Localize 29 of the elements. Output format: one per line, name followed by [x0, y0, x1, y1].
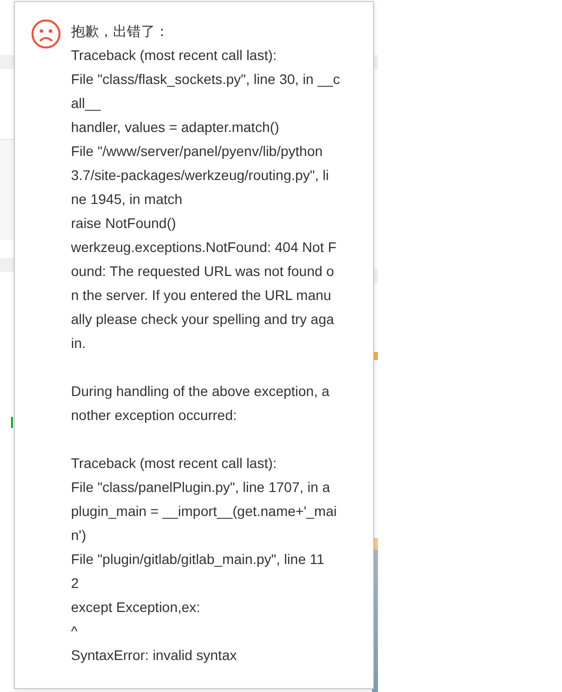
- traceback-line: except Exception,ex:: [71, 598, 202, 617]
- traceback-line: ^: [71, 622, 79, 641]
- traceback-line: nother exception occurred:: [71, 406, 238, 425]
- traceback-line: ound: The requested URL was not found o: [71, 262, 336, 281]
- traceback-line: Traceback (most recent call last):: [71, 46, 278, 65]
- traceback-line: werkzeug.exceptions.NotFound: 404 Not F: [71, 238, 338, 257]
- traceback-line: all__: [71, 94, 102, 113]
- traceback-line: File "class/flask_sockets.py", line 30, in __c: [71, 70, 342, 89]
- traceback-line: 3.7/site-packages/werkzeug/routing.py", li: [71, 166, 330, 185]
- traceback-line: 2: [71, 574, 80, 593]
- traceback-line: handler, values = adapter.match(): [71, 118, 280, 137]
- traceback-line: ally please check your spelling and try aga: [71, 310, 336, 329]
- traceback-line: in.: [71, 334, 87, 353]
- traceback-line: n the server. If you entered the URL manu: [71, 286, 332, 305]
- traceback-line: File "plugin/gitlab/gitlab_main.py", line 11: [71, 550, 326, 569]
- header-band: [0, 55, 14, 69]
- traceback-line: During handling of the above exception, a: [71, 382, 330, 401]
- traceback-line: ne 1945, in match: [71, 190, 184, 209]
- traceback-line: File "/www/server/panel/pyenv/lib/python: [71, 142, 324, 161]
- header-band: [0, 258, 14, 272]
- status-bar-mark: [11, 417, 13, 428]
- traceback-line: raise NotFound(): [71, 214, 178, 233]
- error-title: 抱歉，出错了：: [71, 22, 170, 41]
- sad-face-icon: [31, 19, 61, 49]
- traceback-line: n'): [71, 526, 88, 545]
- traceback-line: File "class/panelPlugin.py", line 1707, in a: [71, 478, 331, 497]
- traceback-line: SyntaxError: invalid syntax: [71, 646, 238, 665]
- traceback-line: plugin_main = __import__(get.name+'_mai: [71, 502, 338, 521]
- traceback-line: Traceback (most recent call last):: [71, 454, 278, 473]
